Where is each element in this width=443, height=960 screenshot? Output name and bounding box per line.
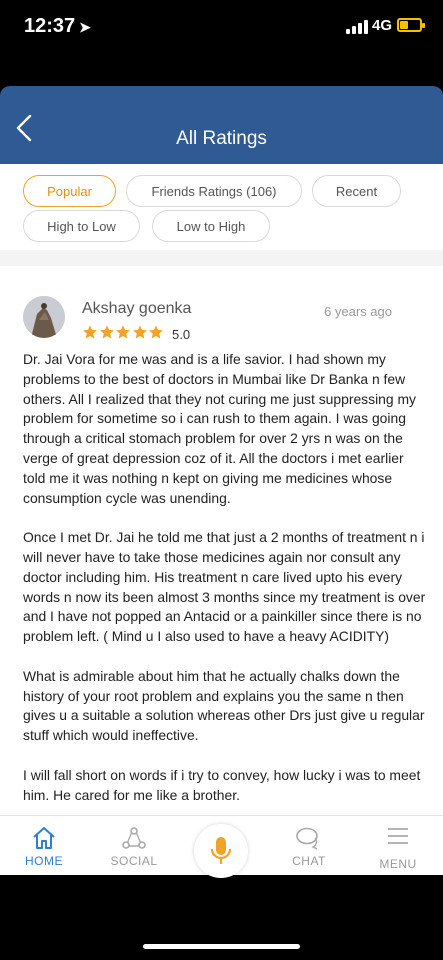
review-paragraph: Dr. Jai Vora for me was and is a life sa… (23, 351, 416, 506)
nav-home[interactable]: HOME (9, 816, 79, 876)
location-arrow-icon: ➤ (79, 19, 91, 35)
nav-label: MENU (379, 857, 417, 871)
filter-chip-low-to-high[interactable]: Low to High (152, 210, 270, 242)
hamburger-menu-icon (388, 828, 408, 844)
filter-chip-high-to-low[interactable]: High to Low (23, 210, 140, 242)
filter-chip-label: Friends Ratings (106) (151, 183, 277, 199)
status-time-text: 12:37 (24, 15, 76, 37)
ratings-content: Popular Friends Ratings (106) Recent Hig… (0, 164, 443, 815)
review-body: Dr. Jai Vora for me was and is a life sa… (23, 350, 427, 815)
filter-chip-recent[interactable]: Recent (312, 175, 401, 207)
review-paragraph: Once I met Dr. Jai he told me that just … (23, 529, 426, 645)
nav-social[interactable]: SOCIAL (99, 816, 169, 876)
reviewer-name[interactable]: Akshay goenka (82, 300, 191, 318)
filter-chip-friends-ratings[interactable]: Friends Ratings (106) (126, 175, 302, 207)
star-icon (149, 325, 164, 339)
star-icon (116, 325, 131, 339)
avatar[interactable] (23, 296, 65, 338)
rating-value: 5.0 (172, 327, 191, 342)
app-header: All Ratings (0, 86, 443, 164)
star-rating (82, 324, 165, 340)
avatar-image (23, 296, 65, 338)
status-time: 12:37 ➤ (24, 15, 91, 38)
chat-icon (296, 827, 318, 850)
home-icon (33, 827, 55, 849)
filter-chip-label: High to Low (47, 218, 116, 234)
status-bar: 12:37 ➤ 4G (0, 0, 443, 58)
voice-search-button[interactable] (194, 824, 248, 878)
star-icon (132, 325, 147, 339)
home-indicator[interactable] (143, 944, 300, 949)
filter-chip-label: Low to High (176, 218, 246, 234)
nav-label: CHAT (292, 854, 326, 868)
nav-label: HOME (25, 854, 63, 868)
page-title: All Ratings (176, 128, 267, 149)
nav-chat[interactable]: CHAT (274, 816, 344, 876)
network-type: 4G (372, 17, 393, 34)
star-icon (99, 325, 114, 339)
filter-chip-label: Recent (335, 183, 378, 199)
filter-chip-label: Popular (47, 183, 92, 199)
review-date: 6 years ago (324, 304, 392, 319)
star-icon (83, 325, 97, 339)
nav-label: SOCIAL (110, 854, 158, 868)
signal-strength-icon (346, 20, 368, 34)
filter-chip-popular[interactable]: Popular (23, 175, 116, 207)
bottom-nav: HOME SOCIAL CHAT MENU (0, 815, 443, 878)
review-paragraph: What is admirable about him that he actu… (23, 667, 425, 744)
section-separator (0, 250, 443, 266)
review-paragraph: I will fall short on words if i try to c… (23, 766, 421, 803)
microphone-icon (210, 837, 232, 864)
battery-icon (397, 18, 425, 32)
social-network-icon (122, 827, 146, 849)
nav-menu[interactable]: MENU (363, 816, 433, 876)
